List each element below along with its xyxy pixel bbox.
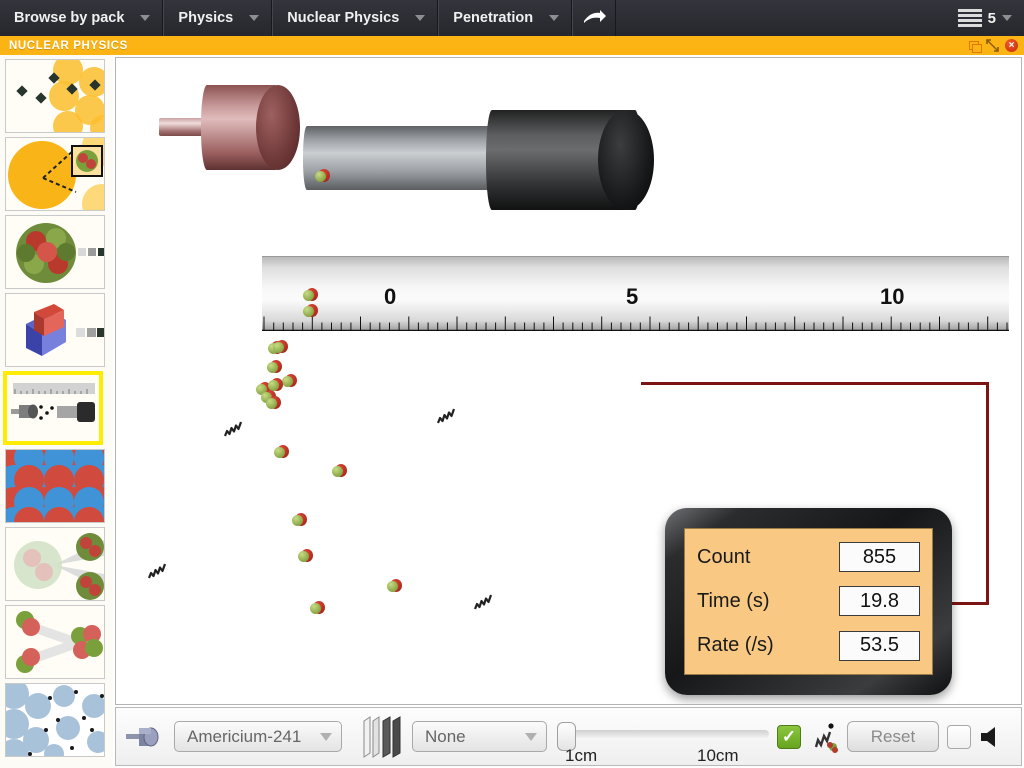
menubar-right-group: 5 [957, 0, 1024, 36]
alpha-particle [273, 340, 288, 355]
alpha-particle [315, 169, 330, 184]
alpha-particle [387, 579, 402, 594]
sidebar-item-nucleus-detail[interactable] [5, 215, 105, 289]
nucleus-cluster-thumbnail-art [6, 60, 104, 132]
forward-arrow-glyph [584, 10, 607, 23]
chevron-down-icon [415, 15, 426, 21]
alpha-particle [310, 601, 325, 616]
gamma-ray [436, 406, 456, 426]
menu-item-penetration[interactable]: Penetration [438, 0, 573, 36]
nucleus-detail-thumbnail-art [6, 216, 104, 288]
radiation-source-icon [126, 722, 166, 752]
alpha-particle [298, 549, 313, 564]
sound-checkbox[interactable] [947, 724, 971, 749]
absorber-select-value: None [425, 726, 466, 746]
resize-window-icon[interactable] [984, 38, 1001, 53]
resize-glyph [986, 39, 999, 52]
source-select-value: Americium-241 [187, 726, 302, 746]
menu-item-label: Browse by pack [14, 10, 125, 26]
menu-item-label: Penetration [453, 10, 534, 26]
atom-zoom-thumbnail-art [6, 138, 104, 210]
blocks-decay-thumbnail-art [6, 294, 104, 366]
speaker-glyph [981, 726, 995, 747]
radiation-toggle-icon [809, 721, 839, 753]
menu-item-physics[interactable]: Physics [163, 0, 273, 36]
sidebar-item-fusion[interactable] [5, 605, 105, 679]
source-glyph [126, 727, 159, 746]
speaker-icon[interactable] [979, 724, 1005, 750]
page-title: NUCLEAR PHYSICS [9, 39, 128, 52]
radiation-glyph [814, 722, 838, 753]
gamma-ray [223, 419, 243, 439]
menu-item-nuclear-physics[interactable]: Nuclear Physics [272, 0, 439, 36]
absorber-glyph [363, 715, 401, 758]
fusion-thumbnail-art [6, 606, 104, 678]
source-select[interactable]: Americium-241 [174, 721, 342, 752]
sidebar-item-chain-reaction[interactable] [5, 683, 105, 757]
distance-slider[interactable]: 1cm 10cm [557, 716, 769, 765]
restore-window-icon[interactable] [965, 38, 982, 53]
scene-thumbnail-sidebar[interactable] [0, 55, 113, 768]
absorber-plates-icon [362, 715, 404, 759]
menu-item-label: Nuclear Physics [287, 10, 400, 26]
sidebar-item-penetration[interactable] [3, 371, 103, 445]
sidebar-item-blocks-decay[interactable] [5, 293, 105, 367]
simulation-canvas[interactable]: 0 5 10 Count 855 Time (s) 19.8 Rate (/s)… [115, 57, 1022, 705]
alpha-particle [303, 304, 318, 319]
alpha-particle [332, 464, 347, 479]
alpha-particle [292, 513, 307, 528]
window-controls: × [965, 38, 1024, 53]
sidebar-item-atom-zoom[interactable] [5, 137, 105, 211]
fission-thumbnail-art [6, 528, 104, 600]
alpha-particle [267, 360, 282, 375]
chevron-down-icon [320, 732, 332, 741]
chevron-down-icon[interactable] [1002, 15, 1012, 21]
slider-max-label: 10cm [697, 745, 739, 765]
hamburger-menu-icon[interactable] [957, 9, 982, 27]
close-glyph: × [1005, 39, 1018, 52]
lattice-thumbnail-art [6, 450, 104, 522]
menu-item-browse-by-pack[interactable]: Browse by pack [0, 0, 164, 36]
sidebar-item-nucleus-cluster[interactable] [5, 59, 105, 133]
chevron-down-icon [249, 15, 260, 21]
alpha-particle [268, 378, 283, 393]
alpha-particle [274, 445, 289, 460]
gamma-ray [147, 561, 167, 581]
slider-track[interactable] [563, 729, 769, 738]
gamma-ray [473, 592, 493, 612]
absorber-select[interactable]: None [412, 721, 547, 752]
menu-item-label: Physics [178, 10, 234, 26]
sidebar-item-fission[interactable] [5, 527, 105, 601]
sidebar-item-lattice[interactable] [5, 449, 105, 523]
menu-count-label: 5 [987, 9, 996, 27]
penetration-thumbnail-art [7, 375, 99, 441]
radiation-visibility-checkbox[interactable]: ✓ [777, 724, 801, 749]
chevron-down-icon [525, 732, 537, 741]
particle-layer [116, 58, 1021, 704]
alpha-particle [266, 396, 281, 411]
menubar-spacer [616, 0, 958, 36]
bottom-toolbar: Americium-241 None 1cm 10cm ✓ Reset [115, 707, 1022, 766]
alpha-particle [282, 374, 297, 389]
reset-button[interactable]: Reset [847, 721, 939, 752]
slider-min-label: 1cm [565, 745, 598, 765]
forward-arrow-icon[interactable] [572, 0, 617, 36]
chevron-down-icon [549, 15, 560, 21]
application-window: Browse by pack Physics Nuclear Physics P… [0, 0, 1024, 768]
top-menubar: Browse by pack Physics Nuclear Physics P… [0, 0, 1024, 36]
chevron-down-icon [140, 15, 151, 21]
alpha-particle [303, 288, 318, 303]
chain-reaction-thumbnail-art [6, 684, 104, 756]
close-window-icon[interactable]: × [1003, 38, 1020, 53]
window-titlebar: NUCLEAR PHYSICS × [0, 36, 1024, 55]
